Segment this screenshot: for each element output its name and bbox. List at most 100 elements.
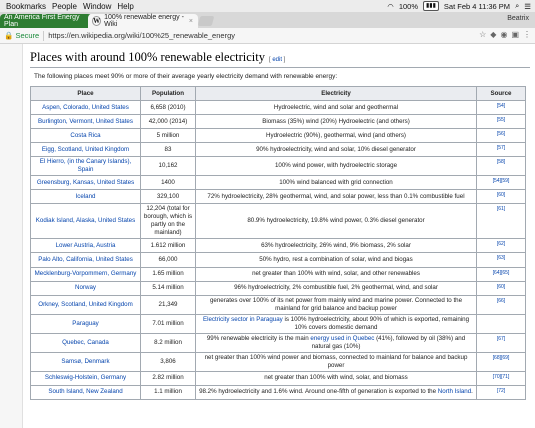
place-link[interactable]: Palo Alto, California, United States (38, 256, 133, 263)
citation-link[interactable]: [67] (497, 336, 505, 342)
place-link[interactable]: South Island, New Zealand (48, 388, 122, 395)
menu-dots-icon[interactable]: ⋮ (523, 30, 531, 39)
citation-link[interactable]: [61] (497, 206, 505, 212)
tab-title: An America First Energy Plan (4, 14, 80, 28)
citation-link[interactable]: [55] (497, 117, 505, 123)
citation-link[interactable]: [66] (497, 298, 505, 304)
place-cell[interactable]: Mecklenburg-Vorpommern, Germany (30, 266, 141, 282)
source-cell: [72] (476, 384, 526, 400)
clock[interactable]: Sat Feb 4 11:36 PM (444, 2, 510, 11)
place-cell[interactable]: Samsø, Denmark (30, 351, 141, 372)
place-link[interactable]: Eigg, Scotland, United Kingdom (42, 146, 129, 153)
extension-icon[interactable]: ◆ (490, 30, 496, 39)
source-cell: [58] (476, 156, 526, 177)
menu-bookmarks[interactable]: Bookmarks (6, 2, 46, 11)
electricity-link[interactable]: North Island (438, 388, 471, 395)
place-cell[interactable]: Palo Alto, California, United States (30, 252, 141, 268)
tab-renewable-energy[interactable]: W 100% renewable energy - Wiki × (88, 14, 198, 28)
place-cell[interactable]: Greensburg, Kansas, United States (30, 175, 141, 191)
place-link[interactable]: Quebec, Canada (62, 339, 109, 346)
menu-help[interactable]: Help (117, 2, 133, 11)
place-link[interactable]: Schleswig-Holstein, Germany (45, 374, 126, 381)
citation-link[interactable]: [72] (497, 388, 505, 394)
citation-link[interactable]: [64][65] (493, 270, 510, 276)
menu-list-icon[interactable]: ☰ (524, 2, 531, 11)
edit-link[interactable]: edit (272, 57, 282, 63)
place-link[interactable]: Mecklenburg-Vorpommern, Germany (35, 270, 137, 277)
place-link[interactable]: Kodiak Island, Alaska, United States (36, 217, 135, 224)
population-cell: 1.65 million (140, 266, 196, 282)
close-icon[interactable]: × (189, 18, 193, 25)
electricity-link[interactable]: energy used in Quebec (310, 335, 374, 342)
population-cell: 8.2 million (140, 332, 196, 353)
citation-link[interactable]: [63] (497, 255, 505, 261)
status-area: ◠ 100% ▮▮▮ Sat Feb 4 11:36 PM ⌕ ☰ (387, 0, 531, 12)
place-cell[interactable]: Paraguay (30, 313, 141, 334)
source-cell: [54] (476, 99, 526, 116)
place-cell[interactable]: El Hierro, (in the Canary Islands), Spai… (30, 156, 141, 177)
place-cell[interactable]: Schleswig-Holstein, Germany (30, 370, 141, 386)
place-link[interactable]: Iceland (76, 193, 96, 200)
table-row: Iceland 329,100 72% hydroelectricity, 28% … (30, 189, 526, 205)
citation-link[interactable]: [60] (497, 192, 505, 198)
place-link[interactable]: Samsø, Denmark (61, 358, 109, 365)
electricity-cell: Biomass (35%) wind (20%) Hydroelectric (… (195, 114, 477, 130)
population-cell: 66,000 (140, 252, 196, 268)
place-link[interactable]: Burlington, Vermont, United States (38, 118, 133, 125)
place-link[interactable]: Aspen, Colorado, United States (42, 104, 129, 111)
place-cell[interactable]: Quebec, Canada (30, 332, 141, 353)
header-electricity[interactable]: Electricity (195, 86, 477, 101)
electricity-text: 100% wind power, with hydroelectric stor… (274, 162, 398, 170)
intro-text: The following places meet 90% or more of… (34, 73, 338, 80)
place-link[interactable]: Greensburg, Kansas, United States (37, 179, 134, 186)
star-icon[interactable]: ☆ (479, 30, 486, 39)
place-link[interactable]: Costa Rica (70, 132, 100, 139)
secure-label: Secure (15, 31, 40, 40)
place-cell[interactable]: Aspen, Colorado, United States (30, 99, 141, 116)
battery-icon[interactable]: ▮▮▮ (423, 1, 439, 11)
secure-indicator[interactable]: 🔒 Secure (4, 31, 39, 40)
place-link[interactable]: Norway (75, 284, 96, 291)
extension-icon[interactable]: ▣ (511, 30, 519, 39)
place-cell[interactable]: Norway (30, 280, 141, 296)
tab-america-first[interactable]: An America First Energy Plan (0, 14, 92, 28)
place-cell[interactable]: Orkney, Scotland, United Kingdom (30, 294, 141, 315)
menu-people[interactable]: People (52, 2, 77, 11)
citation-link[interactable]: [54][59] (493, 178, 510, 184)
citation-link[interactable]: [62] (497, 241, 505, 247)
profile-name[interactable]: Beatrix (507, 15, 529, 22)
section-heading: Places with around 100% renewable electr… (30, 50, 530, 68)
place-cell[interactable]: Kodiak Island, Alaska, United States (30, 203, 141, 240)
place-link[interactable]: Lower Austria, Austria (56, 242, 116, 249)
tab-title: 100% renewable energy - Wiki (104, 14, 184, 28)
citation-link[interactable]: [60] (497, 284, 505, 290)
place-link[interactable]: Orkney, Scotland, United Kingdom (38, 301, 132, 308)
citation-link[interactable]: [68][69] (493, 355, 510, 361)
wifi-icon[interactable]: ◠ (387, 2, 394, 11)
menu-window[interactable]: Window (83, 2, 111, 11)
place-cell[interactable]: Iceland (30, 189, 141, 205)
extension-icon[interactable]: ◉ (500, 30, 507, 39)
citation-link[interactable]: [70][71] (493, 374, 510, 380)
header-place[interactable]: Place (30, 86, 141, 101)
place-cell[interactable]: Eigg, Scotland, United Kingdom (30, 142, 141, 158)
place-link[interactable]: El Hierro, (in the Canary Islands), Spai… (40, 158, 131, 173)
search-icon[interactable]: ⌕ (515, 1, 519, 11)
place-cell[interactable]: Costa Rica (30, 128, 141, 144)
header-population[interactable]: Population (140, 86, 196, 101)
place-cell[interactable]: Burlington, Vermont, United States (30, 114, 141, 130)
citation-link[interactable]: [56] (497, 131, 505, 137)
population-cell: 3,806 (140, 351, 196, 372)
place-link[interactable]: Paraguay (72, 320, 99, 327)
url-field[interactable]: https://en.wikipedia.org/wiki/100%25_ren… (48, 31, 235, 40)
place-cell[interactable]: South Island, New Zealand (30, 384, 141, 400)
header-source[interactable]: Source (476, 86, 526, 101)
citation-link[interactable]: [54] (497, 103, 505, 109)
citation-link[interactable]: [57] (497, 145, 505, 151)
population-cell: 7.01 million (140, 313, 196, 334)
citation-link[interactable]: [58] (497, 159, 505, 165)
toolbar-icons: ☆ ◆ ◉ ▣ ⋮ (479, 30, 531, 39)
new-tab-button[interactable] (197, 16, 215, 26)
place-cell[interactable]: Lower Austria, Austria (30, 238, 141, 254)
electricity-link[interactable]: Electricity sector in Paraguay (203, 316, 283, 323)
